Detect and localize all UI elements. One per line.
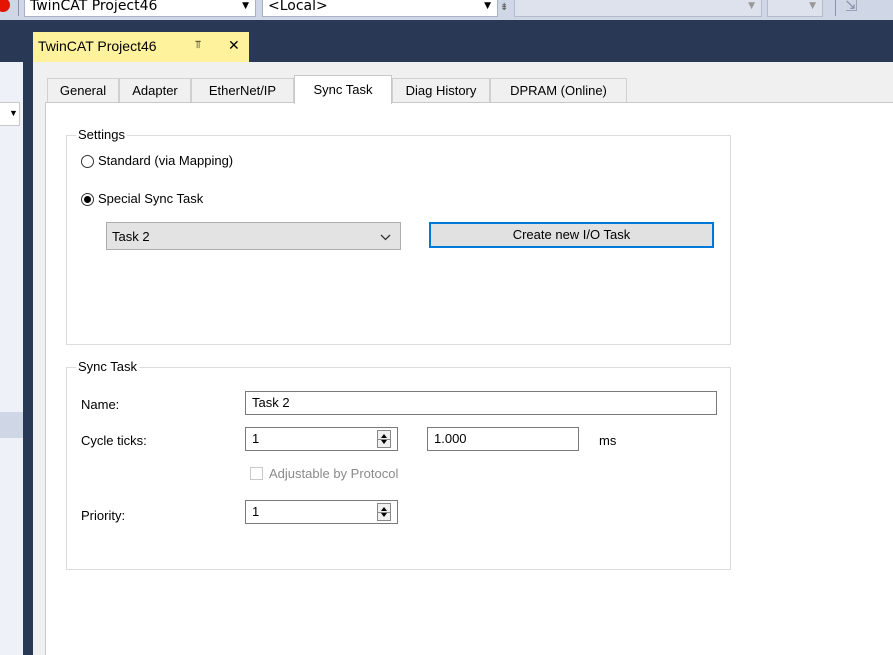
toolbar-separator [835, 0, 836, 16]
tab-ethernet-ip[interactable]: EtherNet/IP [191, 78, 294, 103]
ms-unit-label: ms [599, 433, 617, 448]
tab-adapter[interactable]: Adapter [119, 78, 191, 103]
target-combo[interactable]: <Local> ▼ [262, 0, 498, 17]
solution-combo-value: TwinCAT Project46 [30, 0, 158, 14]
spin-down-icon[interactable] [381, 513, 387, 517]
document-tab[interactable]: TwinCAT Project46 ⫪ ✕ [33, 32, 249, 62]
adjustable-checkbox[interactable] [250, 467, 263, 480]
priority-field[interactable]: 1 [245, 500, 398, 524]
chevron-down-icon: ▼ [809, 1, 816, 11]
toolbar-overflow-icon[interactable]: ⇟ [500, 2, 512, 14]
spin-down-icon[interactable] [381, 440, 387, 444]
tab-diag-history[interactable]: Diag History [392, 78, 490, 103]
document-tab-title: TwinCAT Project46 [38, 38, 157, 54]
tab-label: General [59, 83, 107, 98]
solution-combo[interactable]: TwinCAT Project46 ▼ [24, 0, 256, 17]
panel-dropdown[interactable]: ▼ [0, 102, 20, 126]
chevron-down-icon [380, 234, 391, 241]
chevron-down-icon: ▼ [242, 1, 249, 11]
solution-explorer-panel: ✕ ▼ [0, 38, 23, 655]
tab-label: EtherNet/IP [208, 83, 277, 98]
radio-special-sync-task[interactable] [81, 193, 94, 206]
spin-up-icon[interactable] [381, 507, 387, 511]
chevron-down-icon: ▼ [9, 108, 18, 118]
create-new-io-task-button[interactable]: Create new I/O Task [429, 222, 714, 248]
sync-task-legend: Sync Task [76, 359, 140, 374]
tab-dpram-online[interactable]: DPRAM (Online) [490, 78, 627, 103]
name-field[interactable]: Task 2 [245, 391, 717, 415]
tab-label: Diag History [405, 83, 477, 98]
create-button-label: Create new I/O Task [512, 227, 631, 242]
close-icon[interactable]: ✕ [228, 37, 240, 54]
document-tab-strip: TwinCAT Project46 ⫪ ✕ [0, 20, 893, 62]
cycle-ticks-label: Cycle ticks: [81, 433, 147, 448]
toolbar-combo-4[interactable]: ▼ [767, 0, 823, 17]
task-select[interactable]: Task 2 [106, 222, 401, 250]
priority-spinner[interactable] [377, 503, 391, 521]
toolbar-action-icon[interactable]: ⇲ [845, 0, 863, 15]
tab-label: Adapter [132, 83, 178, 98]
priority-label: Priority: [81, 508, 126, 523]
name-label: Name: [81, 397, 120, 412]
task-select-value: Task 2 [112, 229, 150, 244]
tab-sync-task[interactable]: Sync Task [294, 75, 392, 104]
spin-up-icon[interactable] [381, 434, 387, 438]
tab-label: DPRAM (Online) [510, 83, 607, 98]
panel-splitter[interactable] [23, 62, 33, 655]
radio-standard[interactable] [81, 155, 94, 168]
stop-icon[interactable] [0, 0, 10, 12]
cycle-ms-field[interactable]: 1.000 [427, 427, 579, 451]
settings-legend: Settings [76, 127, 127, 142]
panel-selected-row[interactable] [0, 412, 23, 438]
target-combo-value: <Local> [268, 0, 328, 14]
adjustable-label: Adjustable by Protocol [269, 466, 399, 481]
radio-standard-label[interactable]: Standard (via Mapping) [98, 153, 233, 168]
cycle-ticks-spinner[interactable] [377, 430, 391, 448]
toolbar-combo-3[interactable]: ▼ [514, 0, 762, 17]
tab-general[interactable]: General [47, 78, 119, 103]
tab-label: Sync Task [313, 82, 373, 97]
cycle-ticks-field[interactable]: 1 [245, 427, 398, 451]
toolbar-separator [18, 0, 19, 16]
chevron-down-icon: ▼ [748, 1, 755, 11]
ide-toolbar: TwinCAT Project46 ▼ <Local> ▼ ⇟ ▼ ▼ ⇲ [0, 0, 893, 20]
radio-selected-dot [84, 196, 91, 203]
radio-special-label[interactable]: Special Sync Task [98, 191, 203, 206]
pin-icon[interactable]: ⫪ [195, 39, 201, 52]
chevron-down-icon: ▼ [484, 1, 491, 11]
